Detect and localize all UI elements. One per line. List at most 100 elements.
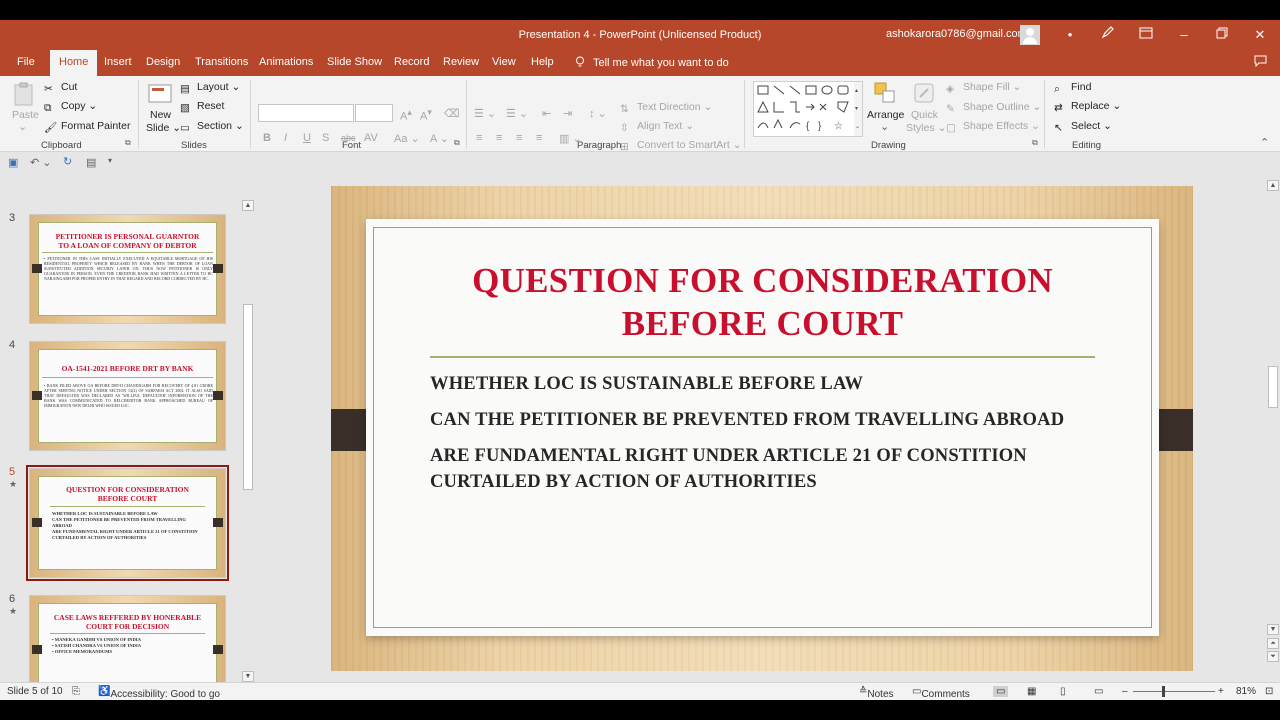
previous-slide-icon[interactable]: ⏶ (1267, 638, 1279, 649)
scroll-down-icon[interactable]: ▼ (1267, 624, 1279, 635)
layout-button[interactable]: ▤ Layout ⌄ (180, 81, 240, 96)
clipboard-launcher-icon[interactable]: ⧉ (125, 138, 131, 148)
reading-view-icon[interactable]: ▯ (1060, 686, 1066, 697)
thumbnail-scrollbar[interactable]: ▲ ▼ (241, 200, 255, 682)
tell-me-search[interactable]: Tell me what you want to do (575, 56, 729, 69)
shape-fill-button[interactable]: ◈ Shape Fill ⌄ (946, 81, 1021, 96)
tab-record[interactable]: Record (394, 56, 429, 68)
zoom-in-icon[interactable]: + (1218, 686, 1224, 697)
tab-design[interactable]: Design (146, 56, 180, 68)
paste-dropdown-icon[interactable]: ⌄ (18, 120, 27, 133)
quick-styles-button[interactable]: Quick (911, 109, 938, 121)
start-from-beginning-icon[interactable]: ▤ (86, 156, 96, 169)
pen-icon[interactable] (1098, 25, 1118, 45)
font-name-field[interactable] (258, 104, 354, 122)
fit-to-window-icon[interactable]: ⊡ (1265, 686, 1273, 697)
align-left-icon[interactable]: ≡ (476, 132, 482, 144)
reset-button[interactable]: ▧ Reset (180, 100, 224, 115)
undo-icon[interactable]: ↶ ⌄ (30, 156, 52, 169)
comments-button[interactable]: ▭ Comments (912, 686, 970, 700)
italic-icon[interactable]: I (284, 132, 287, 144)
quick-styles-icon[interactable] (912, 81, 936, 105)
arrange-dropdown-icon[interactable]: ⌄ (880, 120, 889, 133)
change-case-icon[interactable]: Aa ⌄ (394, 132, 420, 145)
new-slide-button[interactable]: New (150, 109, 171, 121)
normal-view-icon[interactable]: ▭ (993, 686, 1009, 697)
find-button[interactable]: ⌕ Find (1054, 81, 1091, 96)
format-painter-button[interactable]: 🖌 Format Painter (44, 120, 130, 134)
customize-qat-icon[interactable]: ▾ (108, 156, 112, 165)
next-slide-icon[interactable]: ⏷ (1267, 651, 1279, 662)
spell-check-icon[interactable]: ⎘ (72, 686, 80, 697)
decrease-font-icon[interactable]: A▾ (420, 107, 432, 123)
scroll-up-icon[interactable]: ▲ (242, 200, 254, 211)
align-right-icon[interactable]: ≡ (516, 132, 522, 144)
arrange-icon[interactable] (873, 81, 897, 105)
cut-button[interactable]: ✂ Cut (44, 81, 77, 96)
shapes-gallery[interactable]: { } ☆ ▴ ▾ ⌄ (753, 81, 863, 137)
tab-home[interactable]: Home (50, 50, 98, 76)
line-spacing-icon[interactable]: ↕ ⌄ (589, 107, 607, 120)
clear-formatting-icon[interactable]: ⌫ (444, 107, 460, 120)
notes-button[interactable]: ≙ Notes (859, 686, 894, 700)
zoom-slider[interactable] (1133, 691, 1215, 692)
scroll-up-icon[interactable]: ▲ (1267, 180, 1279, 191)
bullets-icon[interactable]: ☰ ⌄ (474, 107, 496, 120)
scroll-thumb[interactable] (1268, 366, 1278, 408)
tab-help[interactable]: Help (531, 56, 554, 68)
slide-title[interactable]: QUESTION FOR CONSIDERATION BEFORE COURT (386, 259, 1139, 345)
zoom-slider-thumb[interactable] (1162, 686, 1165, 697)
new-slide-icon[interactable] (148, 82, 172, 106)
increase-indent-icon[interactable]: ⇥ (563, 107, 572, 120)
account-name[interactable]: ashokarora0786@gmail.com (886, 28, 1027, 40)
tab-animations[interactable]: Animations (259, 56, 313, 68)
tab-view[interactable]: View (492, 56, 516, 68)
new-slide-button-2[interactable]: Slide ⌄ (146, 122, 181, 134)
zoom-out-icon[interactable]: – (1122, 686, 1128, 697)
decrease-indent-icon[interactable]: ⇤ (542, 107, 551, 120)
comment-icon[interactable] (1250, 53, 1270, 73)
select-button[interactable]: ↖ Select ⌄ (1054, 120, 1112, 135)
char-spacing-icon[interactable]: AV (364, 132, 378, 144)
quick-styles-button-2[interactable]: Styles ⌄ (906, 122, 946, 134)
font-color-icon[interactable]: A ⌄ (430, 132, 449, 145)
align-text-button[interactable]: ⇳ Align Text ⌄ (620, 120, 694, 135)
font-launcher-icon[interactable]: ⧉ (454, 138, 460, 148)
increase-font-icon[interactable]: A▴ (400, 107, 412, 123)
font-size-field[interactable] (355, 104, 393, 122)
dot-icon[interactable]: • (1060, 25, 1080, 45)
minimize-icon[interactable]: – (1174, 25, 1194, 45)
scroll-thumb[interactable] (243, 304, 253, 490)
close-icon[interactable]: ✕ (1250, 25, 1270, 45)
thumbnail-slide-3[interactable]: PETITIONER IS PERSONAL GUARNTOR TO A LOA… (29, 214, 226, 324)
shape-outline-button[interactable]: ✎ Shape Outline ⌄ (946, 101, 1041, 116)
align-center-icon[interactable]: ≡ (496, 132, 502, 144)
zoom-level[interactable]: 81% (1236, 686, 1256, 697)
tab-slide-show[interactable]: Slide Show (327, 56, 382, 68)
justify-icon[interactable]: ≡ (536, 132, 542, 144)
editor-scrollbar[interactable]: ▲ ▼ ⏶ ⏷ (1266, 180, 1280, 664)
underline-icon[interactable]: U (303, 132, 311, 144)
redo-icon[interactable]: ↻ (63, 155, 72, 168)
current-slide[interactable]: QUESTION FOR CONSIDERATION BEFORE COURT … (331, 186, 1193, 671)
accessibility-status[interactable]: ♿ Accessibility: Good to go (98, 686, 220, 700)
numbering-icon[interactable]: ☰ ⌄ (506, 107, 528, 120)
text-direction-button[interactable]: ⇅ Text Direction ⌄ (620, 101, 712, 116)
scroll-down-icon[interactable]: ▼ (242, 671, 254, 682)
shadow-icon[interactable]: S (322, 132, 329, 144)
tab-file[interactable]: File (17, 56, 35, 68)
avatar[interactable] (1020, 25, 1040, 45)
ribbon-display-icon[interactable] (1136, 25, 1156, 45)
shape-effects-button[interactable]: ▢ Shape Effects ⌄ (946, 120, 1040, 135)
tab-transitions[interactable]: Transitions (195, 56, 248, 68)
thumbnail-slide-4[interactable]: OA-1541-2021 BEFORE DRT BY BANK • BANK F… (29, 341, 226, 451)
section-button[interactable]: ▭ Section ⌄ (180, 120, 244, 135)
thumbnail-slide-5[interactable]: QUESTION FOR CONSIDERATION BEFORE COURT … (26, 465, 229, 581)
restore-icon[interactable] (1212, 25, 1232, 45)
paste-icon[interactable] (12, 82, 36, 106)
collapse-ribbon-icon[interactable]: ⌃ (1260, 136, 1269, 149)
slide-body[interactable]: WHETHER LOC IS SUSTAINABLE BEFORE LAW CA… (430, 371, 1099, 505)
bold-icon[interactable]: B (263, 132, 271, 144)
replace-button[interactable]: ⇄ Replace ⌄ (1054, 100, 1121, 115)
drawing-launcher-icon[interactable]: ⧉ (1032, 138, 1038, 148)
